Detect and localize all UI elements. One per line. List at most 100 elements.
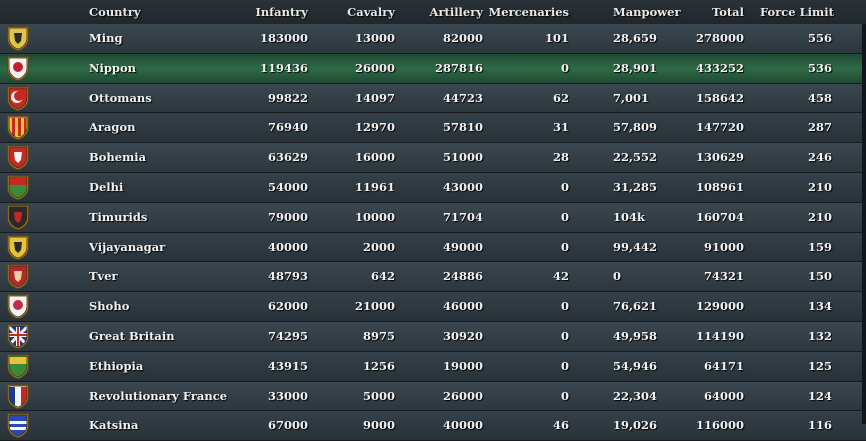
- artillery-value: 24886: [442, 269, 483, 284]
- total-value: 433252: [695, 60, 744, 75]
- total-value: 116000: [695, 418, 744, 433]
- force-limit-value: 132: [807, 328, 832, 343]
- artillery-value: 43000: [442, 179, 483, 194]
- artillery-value: 44723: [442, 90, 483, 105]
- manpower-value: 49,958: [613, 328, 658, 343]
- manpower-value: 28,901: [613, 60, 658, 75]
- aragon-flag-icon[interactable]: [6, 115, 30, 141]
- table-row[interactable]: Aragon 76940 12970 57810 31 57,809 14772…: [0, 113, 866, 144]
- total-value: 129000: [695, 299, 744, 314]
- table-row[interactable]: Revolutionary France 33000 5000 26000 0 …: [0, 381, 866, 412]
- mercenaries-value: 101: [544, 31, 569, 45]
- table-row[interactable]: Delhi 54000 11961 43000 0 31,285 108961 …: [0, 172, 866, 203]
- header-artillery[interactable]: Artillery: [415, 0, 483, 24]
- force-limit-value: 116: [807, 418, 832, 433]
- table-row[interactable]: Ethiopia 43915 1256 19000 0 54,946 64171…: [0, 351, 866, 382]
- cavalry-value: 8975: [362, 328, 395, 343]
- cavalry-value: 642: [370, 269, 395, 284]
- military-ledger: Country Infantry Cavalry Artillery Merce…: [0, 0, 866, 441]
- table-row[interactable]: Katsina 67000 9000 40000 46 19,026 11600…: [0, 411, 866, 441]
- country-name[interactable]: Tver: [89, 262, 259, 291]
- bohemia-flag-icon[interactable]: [6, 145, 30, 171]
- nippon-flag-icon[interactable]: [6, 56, 30, 81]
- country-name[interactable]: Great Britain: [89, 322, 259, 351]
- artillery-value: 49000: [442, 239, 483, 254]
- mercenaries-value: 0: [560, 358, 569, 373]
- timurids-flag-icon[interactable]: [6, 205, 30, 230]
- header-force-limit[interactable]: Force Limit: [760, 0, 834, 24]
- mercenaries-value: 0: [560, 328, 569, 343]
- artillery-value: 82000: [442, 31, 483, 45]
- country-name[interactable]: Vijayanagar: [89, 233, 259, 262]
- country-name[interactable]: Katsina: [89, 411, 259, 440]
- table-row[interactable]: Ottomans 99822 14097 44723 62 7,001 1586…: [0, 83, 866, 114]
- total-value: 108961: [695, 179, 744, 194]
- artillery-value: 26000: [442, 388, 483, 403]
- mercenaries-value: 0: [560, 299, 569, 314]
- force-limit-value: 210: [807, 179, 832, 194]
- table-row[interactable]: Shoho 62000 21000 46000 0 76,621 129000 …: [0, 292, 866, 322]
- infantry-value: 79000: [267, 209, 308, 224]
- table-row[interactable]: Vijayanagar 40000 2000 49000 0 99,442 91…: [0, 232, 866, 263]
- ethiopia-flag-icon[interactable]: [6, 354, 30, 379]
- table-row[interactable]: Timurids 79000 10000 71704 0 104k 160704…: [0, 202, 866, 233]
- cavalry-value: 13000: [354, 31, 395, 45]
- table-row[interactable]: Tver 48793 642 24886 42 0 74321 150: [0, 262, 866, 293]
- manpower-value: 7,001: [613, 90, 650, 105]
- country-rows: Ming 183000 13000 82000 101 28,659 27800…: [0, 24, 866, 441]
- scrollbar[interactable]: [862, 24, 866, 424]
- delhi-flag-icon[interactable]: [6, 175, 30, 200]
- artillery-value: 51000: [442, 150, 483, 165]
- header-infantry[interactable]: Infantry: [240, 0, 308, 24]
- header-country[interactable]: Country: [89, 0, 141, 24]
- manpower-value: 54,946: [613, 358, 658, 373]
- infantry-value: 48793: [267, 269, 308, 284]
- infantry-value: 99822: [267, 90, 308, 105]
- force-limit-value: 134: [807, 299, 832, 314]
- header-manpower[interactable]: Manpower: [613, 0, 681, 24]
- country-name[interactable]: Ethiopia: [89, 352, 259, 381]
- ming-flag-icon[interactable]: [6, 26, 30, 51]
- country-name[interactable]: Revolutionary France: [89, 382, 259, 411]
- mercenaries-value: 0: [560, 179, 569, 194]
- infantry-value: 54000: [267, 179, 308, 194]
- manpower-value: 22,304: [613, 388, 658, 403]
- country-name[interactable]: Timurids: [89, 203, 259, 232]
- total-value: 114190: [695, 328, 744, 343]
- infantry-value: 119436: [259, 60, 308, 75]
- header-mercenaries[interactable]: Mercenaries: [480, 0, 569, 24]
- mercenaries-value: 0: [560, 388, 569, 403]
- manpower-value: 22,552: [613, 150, 658, 165]
- artillery-value: 46000: [442, 299, 483, 314]
- artillery-value: 57810: [442, 120, 483, 135]
- tver-flag-icon[interactable]: [6, 264, 30, 290]
- country-name[interactable]: Aragon: [89, 113, 259, 142]
- shoho-flag-icon[interactable]: [6, 294, 30, 320]
- cavalry-value: 16000: [354, 150, 395, 165]
- country-name[interactable]: Shoho: [89, 292, 259, 321]
- infantry-value: 67000: [267, 418, 308, 433]
- cavalry-value: 5000: [362, 388, 395, 403]
- force-limit-value: 124: [807, 388, 832, 403]
- ottomans-flag-icon[interactable]: [6, 85, 30, 111]
- vijayanagar-flag-icon[interactable]: [6, 234, 30, 260]
- country-name[interactable]: Delhi: [89, 173, 259, 202]
- mercenaries-value: 46: [552, 418, 569, 433]
- country-name[interactable]: Bohemia: [89, 143, 259, 172]
- revolutionary-france-flag-icon[interactable]: [6, 383, 30, 409]
- country-name[interactable]: Ming: [89, 24, 259, 53]
- table-row[interactable]: Nippon 119436 26000 287816 0 28,901 4332…: [0, 53, 866, 84]
- infantry-value: 63629: [267, 150, 308, 165]
- country-name[interactable]: Ottomans: [89, 84, 259, 113]
- table-row[interactable]: Bohemia 63629 16000 51000 28 22,552 1306…: [0, 143, 866, 173]
- table-row[interactable]: Ming 183000 13000 82000 101 28,659 27800…: [0, 24, 866, 54]
- cavalry-value: 2000: [362, 239, 395, 254]
- total-value: 278000: [695, 31, 744, 45]
- country-name[interactable]: Nippon: [89, 54, 259, 83]
- katsina-flag-icon[interactable]: [6, 413, 30, 439]
- great-britain-flag-icon[interactable]: [6, 324, 30, 349]
- header-cavalry[interactable]: Cavalry: [330, 0, 395, 24]
- header-total[interactable]: Total: [690, 0, 744, 24]
- table-row[interactable]: Great Britain 74295 8975 30920 0 49,958 …: [0, 321, 866, 352]
- cavalry-value: 21000: [354, 299, 395, 314]
